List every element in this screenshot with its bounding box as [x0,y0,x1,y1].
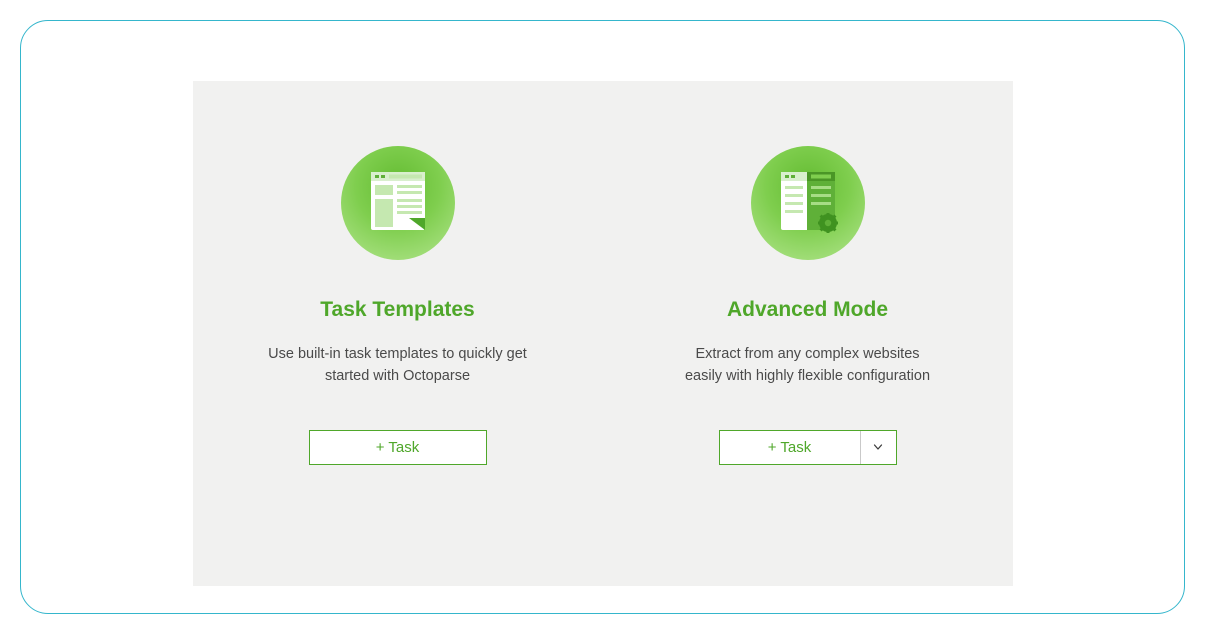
content-frame: Task Templates Use built-in task templat… [20,20,1185,614]
task-templates-description: Use built-in task templates to quickly g… [268,344,528,388]
template-page-icon [341,146,455,260]
task-templates-add-button[interactable]: + Task [309,430,487,465]
mode-selection-panel: Task Templates Use built-in task templat… [193,81,1013,586]
advanced-mode-title: Advanced Mode [727,298,888,322]
advanced-mode-add-split-button: + Task [719,430,897,465]
button-label: + Task [376,439,420,456]
button-label: + Task [768,439,812,456]
advanced-mode-description: Extract from any complex websites easily… [678,344,938,388]
task-templates-title: Task Templates [320,298,474,322]
task-templates-card: Task Templates Use built-in task templat… [248,146,548,465]
advanced-mode-dropdown-button[interactable] [860,431,896,464]
chevron-down-icon [872,441,884,453]
advanced-mode-add-button[interactable]: + Task [720,431,860,464]
advanced-mode-card: Advanced Mode Extract from any complex w… [658,146,958,465]
advanced-config-icon [751,146,865,260]
